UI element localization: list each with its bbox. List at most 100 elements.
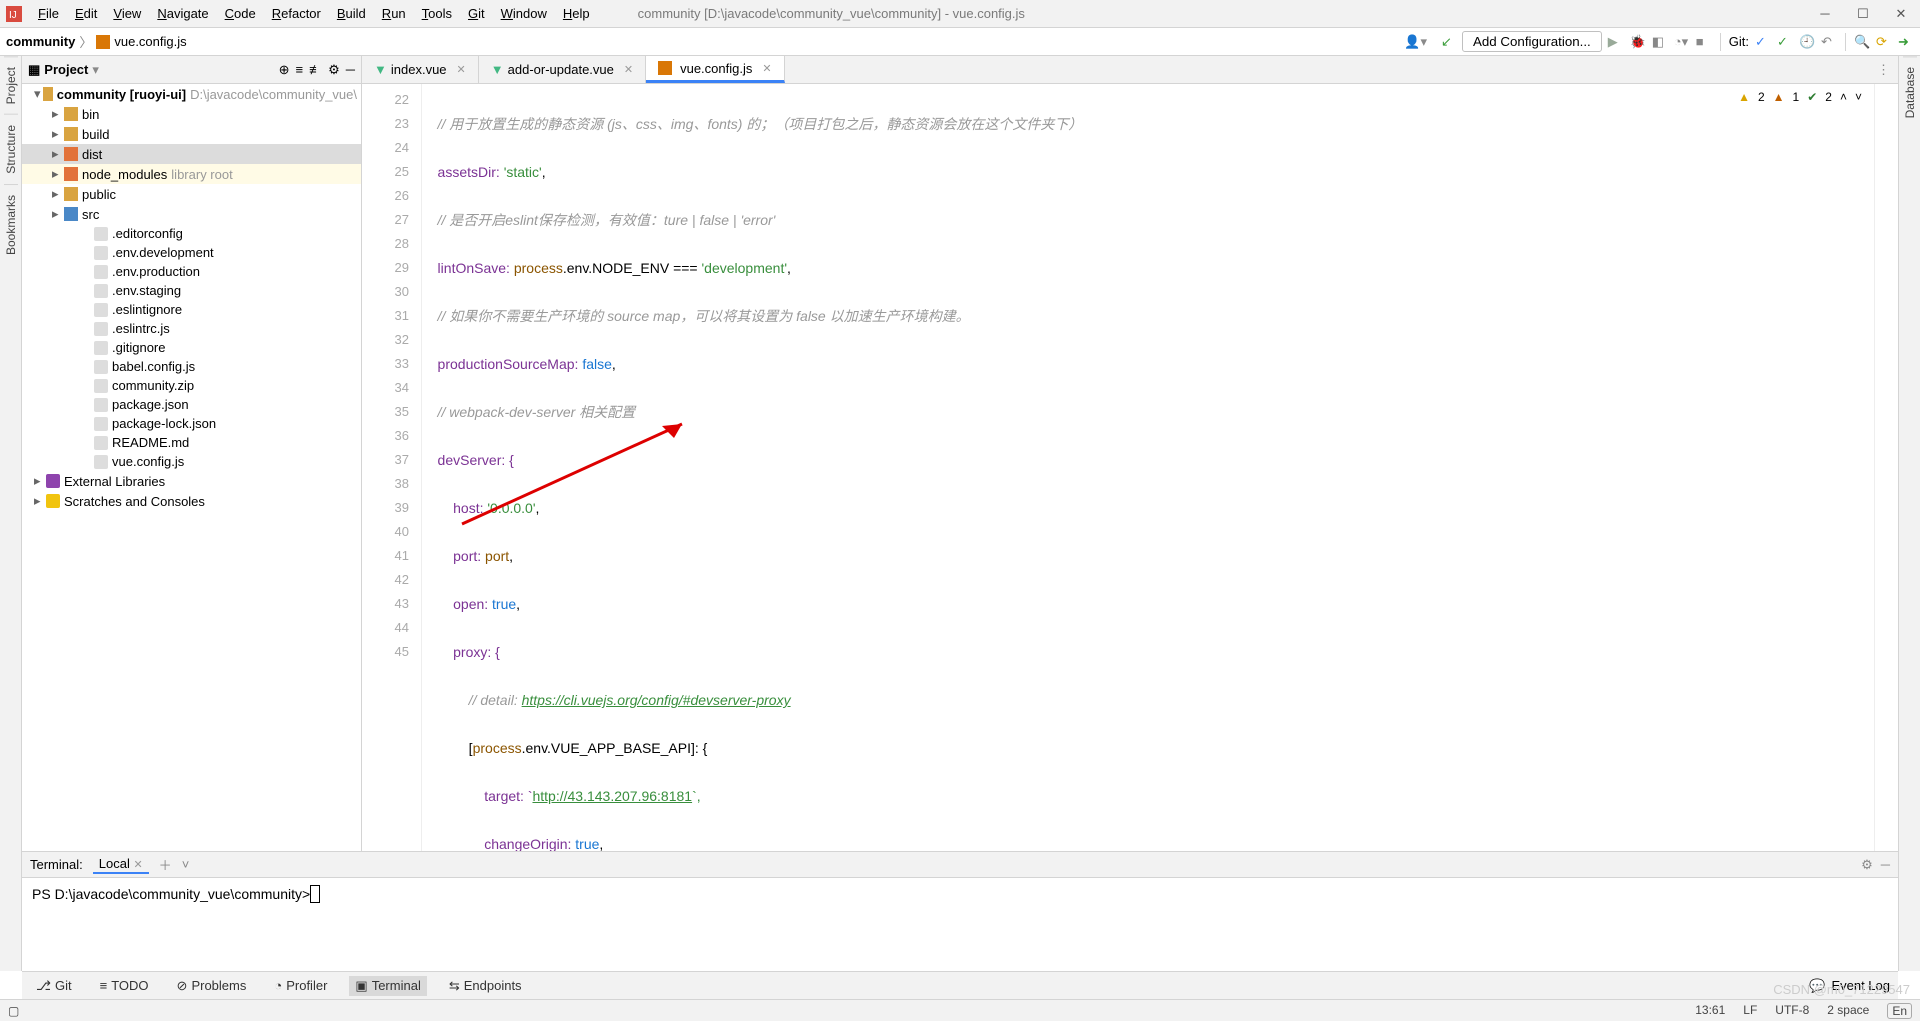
locate-icon[interactable]: ⊕	[279, 62, 290, 78]
terminal-dropdown-icon[interactable]: ˅	[182, 857, 190, 872]
file-icon	[94, 455, 108, 469]
caret-position[interactable]: 13:61	[1695, 1003, 1725, 1019]
rail-database[interactable]: Database	[1903, 56, 1917, 128]
collapse-all-icon[interactable]: ≢	[309, 62, 322, 78]
tab-label: vue.config.js	[680, 61, 752, 76]
breadcrumb-file[interactable]: vue.config.js	[114, 34, 186, 49]
project-tree[interactable]: ▾ community [ruoyi-ui] D:\javacode\commu…	[22, 84, 361, 971]
forward-icon[interactable]: ➜	[1898, 34, 1914, 50]
menu-navigate[interactable]: Navigate	[149, 6, 216, 21]
tree-file--env-development[interactable]: .env.development	[22, 243, 361, 262]
debug-icon[interactable]: 🐞	[1630, 34, 1646, 50]
rail-structure[interactable]: Structure	[4, 114, 18, 184]
toolwindow-todo[interactable]: ≡TODO	[94, 976, 155, 995]
tree-file--env-staging[interactable]: .env.staging	[22, 281, 361, 300]
tree-file--eslintrc-js[interactable]: .eslintrc.js	[22, 319, 361, 338]
sync-icon[interactable]: ⟳	[1876, 34, 1892, 50]
close-tab-icon[interactable]: ✕	[624, 63, 633, 76]
tree-file-babel-config-js[interactable]: babel.config.js	[22, 357, 361, 376]
menu-code[interactable]: Code	[217, 6, 264, 21]
menu-file[interactable]: File	[30, 6, 67, 21]
menu-build[interactable]: Build	[329, 6, 374, 21]
close-tab-icon[interactable]: ✕	[762, 62, 771, 75]
hide-pane-icon[interactable]: ─	[346, 62, 355, 78]
terminal-body[interactable]: PS D:\javacode\community_vue\community>	[22, 878, 1898, 971]
ime-indicator[interactable]: En	[1887, 1003, 1912, 1019]
rail-project[interactable]: Project	[4, 56, 18, 114]
terminal-tab-local[interactable]: Local ✕	[93, 855, 149, 874]
toolwindow-profiler[interactable]: ◔Profiler	[268, 976, 333, 995]
minimize-button[interactable]: ─	[1818, 7, 1832, 21]
menu-view[interactable]: View	[105, 6, 149, 21]
close-tab-icon[interactable]: ✕	[133, 859, 142, 871]
tree-file--gitignore[interactable]: .gitignore	[22, 338, 361, 357]
git-rollback-icon[interactable]: ↶	[1821, 34, 1837, 50]
problems-icon: ⊘	[177, 978, 188, 994]
tab-vue-config-js[interactable]: vue.config.js ✕	[646, 56, 784, 83]
git-history-icon[interactable]: 🕘	[1799, 34, 1815, 50]
menu-edit[interactable]: Edit	[67, 6, 105, 21]
terminal-hide-icon[interactable]: ─	[1881, 857, 1890, 873]
toolwindow-problems[interactable]: ⊘Problems	[171, 976, 253, 996]
tree-file--editorconfig[interactable]: .editorconfig	[22, 224, 361, 243]
gear-icon[interactable]: ⚙	[328, 62, 340, 78]
tree-file-package-json[interactable]: package.json	[22, 395, 361, 414]
line-separator[interactable]: LF	[1743, 1003, 1757, 1019]
stop-icon[interactable]: ■	[1696, 34, 1712, 50]
file-icon	[94, 360, 108, 374]
menu-refactor[interactable]: Refactor	[264, 6, 329, 21]
toolwindow-endpoints[interactable]: ⇆Endpoints	[443, 976, 528, 996]
tree-folder-src[interactable]: ▸src	[22, 204, 361, 224]
tree-file-package-lock-json[interactable]: package-lock.json	[22, 414, 361, 433]
down-arrow-icon[interactable]: ˅	[1855, 90, 1862, 104]
rail-bookmarks[interactable]: Bookmarks	[4, 184, 18, 265]
run-icon[interactable]: ▶	[1608, 34, 1624, 50]
file-encoding[interactable]: UTF-8	[1775, 1003, 1809, 1019]
editor-body[interactable]: 2223242526272829303132333435363738394041…	[362, 84, 1898, 971]
tab-add-or-update-vue[interactable]: ▼add-or-update.vue✕	[479, 56, 646, 83]
tree-folder-build[interactable]: ▸build	[22, 124, 361, 144]
user-icon[interactable]: 👤▾	[1400, 32, 1431, 52]
tree-file--eslintignore[interactable]: .eslintignore	[22, 300, 361, 319]
scratches-and-consoles[interactable]: ▸ Scratches and Consoles	[22, 491, 361, 511]
tree-folder-public[interactable]: ▸public	[22, 184, 361, 204]
tree-file-vue-config-js[interactable]: vue.config.js	[22, 452, 361, 471]
expand-all-icon[interactable]: ≡	[296, 62, 304, 78]
git-update-icon[interactable]: ✓	[1755, 34, 1771, 50]
breadcrumb-root[interactable]: community	[6, 34, 75, 49]
tabs-menu-icon[interactable]: ⋮	[1869, 56, 1898, 83]
menu-git[interactable]: Git	[460, 6, 493, 21]
code-content[interactable]: // 用于放置生成的静态资源 (js、css、img、fonts) 的；（项目打…	[422, 84, 1874, 971]
tree-file-community-zip[interactable]: community.zip	[22, 376, 361, 395]
maximize-button[interactable]: ☐	[1856, 7, 1870, 21]
tab-index-vue[interactable]: ▼index.vue✕	[362, 56, 479, 83]
tree-folder-node_modules[interactable]: ▸node_moduleslibrary root	[22, 164, 361, 184]
menu-window[interactable]: Window	[493, 6, 555, 21]
status-window-icon[interactable]: ▢	[8, 1004, 19, 1018]
tree-folder-bin[interactable]: ▸bin	[22, 104, 361, 124]
up-arrow-icon[interactable]: ˄	[1840, 90, 1847, 104]
indent-setting[interactable]: 2 space	[1827, 1003, 1869, 1019]
tree-file-README-md[interactable]: README.md	[22, 433, 361, 452]
search-icon[interactable]: 🔍	[1854, 34, 1870, 50]
terminal-gear-icon[interactable]: ⚙	[1861, 857, 1873, 873]
inspection-summary[interactable]: ▲2 ▲1 ✔2 ˄ ˅	[1732, 88, 1868, 106]
coverage-icon[interactable]: ◧	[1652, 34, 1668, 50]
back-arrow-icon[interactable]: ↙	[1437, 32, 1456, 52]
tree-folder-dist[interactable]: ▸dist	[22, 144, 361, 164]
menu-run[interactable]: Run	[374, 6, 414, 21]
git-commit-icon[interactable]: ✓	[1777, 34, 1793, 50]
new-terminal-icon[interactable]: ＋	[159, 855, 172, 874]
external-libraries[interactable]: ▸ External Libraries	[22, 471, 361, 491]
toolwindow-git[interactable]: ⎇Git	[30, 976, 78, 996]
profiler-icon[interactable]: ◔▾	[1674, 34, 1690, 50]
tree-file--env-production[interactable]: .env.production	[22, 262, 361, 281]
toolwindow-terminal[interactable]: ▣Terminal	[349, 976, 426, 996]
close-tab-icon[interactable]: ✕	[457, 63, 466, 76]
menu-tools[interactable]: Tools	[414, 6, 460, 21]
project-pane-title[interactable]: ▦Project▾	[28, 62, 279, 78]
close-window-button[interactable]: ✕	[1894, 7, 1908, 21]
menu-help[interactable]: Help	[555, 6, 598, 21]
tree-root[interactable]: ▾ community [ruoyi-ui] D:\javacode\commu…	[22, 84, 361, 104]
add-configuration-button[interactable]: Add Configuration...	[1462, 31, 1602, 52]
